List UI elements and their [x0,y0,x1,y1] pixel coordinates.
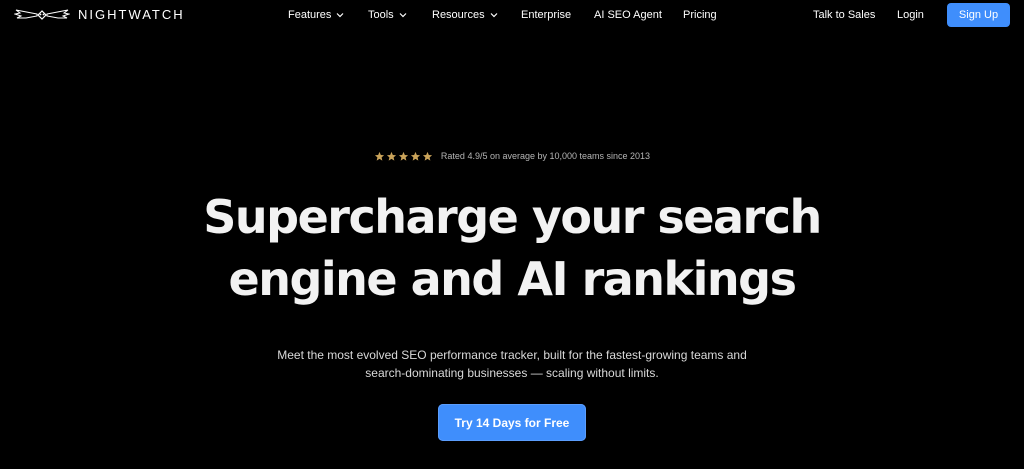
chevron-down-icon [399,13,407,18]
nav-enterprise[interactable]: Enterprise [521,8,571,22]
nav-features-label: Features [288,9,332,21]
rating-row: Rated 4.9/5 on average by 10,000 teams s… [0,150,1024,162]
nav-ai-seo-agent[interactable]: AI SEO Agent [594,8,662,22]
free-trial-button[interactable]: Try 14 Days for Free [438,404,586,441]
nav-features[interactable]: Features [288,8,344,22]
login-link[interactable]: Login [897,8,924,22]
star-icon [398,151,409,161]
nav-tools[interactable]: Tools [368,8,407,22]
headline-line-2: engine and AI rankings [228,252,797,306]
sign-up-label: Sign Up [958,9,999,21]
owl-wings-icon [14,9,70,20]
nav-resources[interactable]: Resources [432,8,498,22]
star-icon [410,151,421,161]
brand-name: NIGHTWATCH [78,7,185,22]
landing-page: NIGHTWATCH Features Tools Resources Ente… [0,0,1024,469]
chevron-down-icon [336,13,344,18]
nav-pricing-label: Pricing [683,9,717,21]
headline-line-1: Supercharge your search [203,190,822,244]
rating-text: Rated 4.9/5 on average by 10,000 teams s… [440,151,651,161]
talk-to-sales-label: Talk to Sales [813,9,876,21]
rating-stars [374,151,433,162]
nav-enterprise-label: Enterprise [521,9,572,21]
star-icon [386,151,397,161]
star-icon [422,151,433,161]
nav-resources-label: Resources [432,9,485,21]
hero-subtext: Meet the most evolved SEO performance tr… [0,346,1024,382]
subtext-line-2: search-dominating businesses — scaling w… [365,366,659,380]
top-navigation: NIGHTWATCH Features Tools Resources Ente… [0,0,1024,30]
subtext-line-1: Meet the most evolved SEO performance tr… [277,348,747,362]
talk-to-sales-link[interactable]: Talk to Sales [813,8,875,22]
nav-pricing[interactable]: Pricing [683,8,717,22]
chevron-down-icon [490,13,498,18]
star-icon [374,151,385,161]
hero-headline: Supercharge your search engine and AI ra… [0,186,1024,310]
sign-up-button[interactable]: Sign Up [947,3,1010,27]
login-label: Login [897,9,924,21]
nav-tools-label: Tools [368,9,394,21]
nav-ai-seo-agent-label: AI SEO Agent [594,9,662,21]
free-trial-label: Try 14 Days for Free [454,415,570,430]
brand-logo[interactable]: NIGHTWATCH [14,6,185,24]
